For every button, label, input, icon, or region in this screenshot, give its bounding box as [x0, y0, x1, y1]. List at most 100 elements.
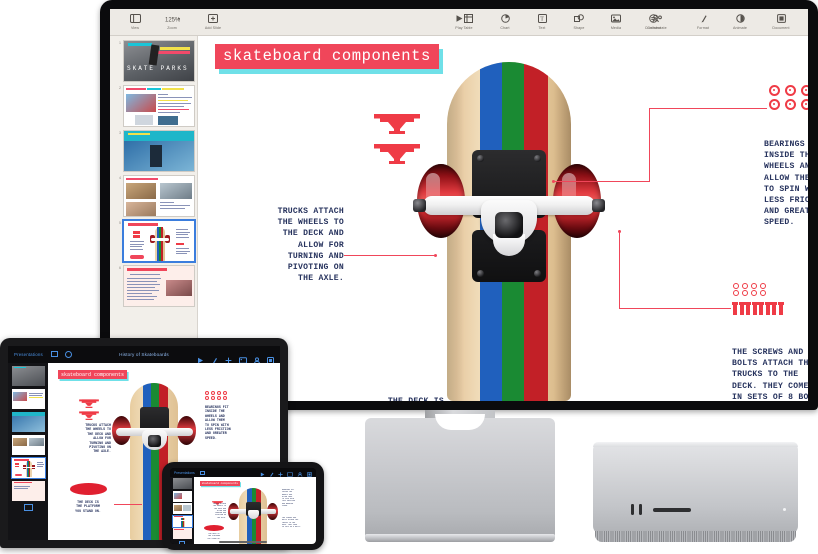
navigator-row[interactable]: 6: [116, 265, 197, 307]
toolbar-format-button[interactable]: Format: [690, 12, 716, 31]
callout-text-screws[interactable]: THE SCREWS AND BOLTS ATTACH THE TRUCKS T…: [732, 347, 808, 401]
document-icon[interactable]: [267, 351, 274, 364]
nut-icon: [742, 290, 748, 296]
toolbar-add-slide-button[interactable]: Add Slide: [196, 12, 230, 31]
zoom-icon[interactable]: [64, 351, 72, 358]
iphone-back-label[interactable]: Presentations: [174, 471, 195, 475]
slide-thumbnail-5[interactable]: [122, 219, 196, 263]
mac-studio-top: [593, 442, 798, 447]
toolbar-text-button[interactable]: T Text: [529, 12, 555, 31]
screw-icon: [745, 302, 751, 315]
slide-canvas[interactable]: skateboard components TRUCKS ATTACH THE …: [199, 36, 808, 401]
bearing-icon: [769, 99, 780, 110]
play-icon[interactable]: [197, 351, 204, 364]
bearing-icon: [769, 85, 780, 96]
macbook-back-label[interactable]: Presentations: [14, 352, 43, 357]
toolbar-animate-button[interactable]: Animate: [727, 12, 753, 31]
mac-studio-led: [783, 508, 786, 511]
slide-number: 1: [119, 41, 121, 45]
slide-title[interactable]: skateboard components: [215, 44, 439, 69]
toolbar-animate-label: Animate: [733, 26, 747, 30]
macbook-slide-navigator[interactable]: [8, 363, 48, 540]
text-icon: T: [535, 12, 550, 25]
scene: View 125% Zoom Add Slide Play Table Char…: [0, 0, 818, 554]
macbook-thumbnail-3[interactable]: [11, 412, 45, 432]
screw-icon: [758, 302, 764, 315]
macbook-add-slide-icon[interactable]: [23, 504, 33, 511]
toolbar-zoom-button[interactable]: 125% Zoom: [159, 12, 185, 31]
mounting-bolt: [477, 155, 484, 162]
macbook-thumbnail-4[interactable]: [11, 435, 45, 455]
screw-icon: [751, 302, 758, 315]
macbook-thumbnail-5[interactable]: [10, 457, 46, 479]
toolbar-collaborate-button[interactable]: Collaborate: [640, 12, 674, 31]
format-icon[interactable]: [211, 351, 218, 364]
svg-text:T: T: [540, 17, 544, 23]
toolbar-table-button[interactable]: Table: [455, 12, 481, 31]
mac-studio-port-2: [639, 504, 642, 515]
iphone-deck-shape: [204, 525, 224, 531]
chart-icon: [498, 12, 513, 25]
collaborate-icon: [650, 12, 665, 25]
navigator-row[interactable]: 1 SKATE PARKS: [116, 40, 197, 82]
toolbar-table-label: Table: [463, 26, 473, 30]
nut-icon: [733, 283, 739, 289]
navigator-row[interactable]: 5: [116, 219, 197, 263]
slide-thumbnail-2[interactable]: [123, 85, 195, 127]
macbook-thumbnail-2[interactable]: [11, 389, 45, 409]
iphone-callout-deck: THE DECK IS THE PLATFORM YOU STAND ON.: [207, 533, 221, 540]
navigator-toggle-icon[interactable]: [50, 351, 58, 357]
macbook-thumbnail-1[interactable]: [11, 366, 45, 386]
macbook-toolbar: Presentations History of Skateboards: [8, 346, 280, 364]
iphone-callout-trucks: TRUCKS ATTACH THE WHEELS TO THE DECK AND…: [212, 503, 226, 519]
callout-dot-screws: [618, 230, 621, 233]
iphone-thumbnail-1[interactable]: [172, 478, 192, 489]
iphone-slide-navigator[interactable]: [170, 477, 194, 544]
navigator-toggle-icon[interactable]: [199, 470, 205, 475]
toolbar-shape-button[interactable]: Shape: [566, 12, 592, 31]
callout-text-deck[interactable]: THE DECK IS THE PLATFORM YOU STAND ON.: [319, 396, 444, 401]
callout-text-trucks[interactable]: TRUCKS ATTACH THE WHEELS TO THE DECK AND…: [229, 206, 344, 284]
table-icon: [461, 12, 476, 25]
toolbar-document-button[interactable]: Document: [764, 12, 798, 31]
slide-thumbnail-3[interactable]: [123, 130, 195, 172]
iphone-thumbnail-2[interactable]: [172, 490, 192, 502]
slide-number: 2: [119, 86, 121, 90]
macbook-bearings-graphic: [205, 391, 228, 400]
slide-thumbnail-6[interactable]: [123, 265, 195, 307]
callout-text-bearings[interactable]: BEARINGS FIT INSIDE THE WHEELS AND ALLOW…: [764, 139, 808, 229]
toolbar-chart-button[interactable]: Chart: [492, 12, 518, 31]
macbook-document-title: History of Skateboards: [119, 352, 169, 357]
slide-number: 3: [119, 131, 121, 135]
media-icon: [609, 12, 624, 25]
screw-icon: [738, 302, 745, 315]
slide-thumbnail-4[interactable]: [123, 175, 195, 217]
macbook-thumbnail-6[interactable]: [11, 481, 45, 501]
screws-graphic: [732, 302, 784, 315]
slide-thumbnail-1[interactable]: SKATE PARKS: [123, 40, 195, 82]
toolbar-document-label: Document: [772, 26, 790, 30]
add-icon[interactable]: [225, 351, 232, 364]
toolbar-group-right: Format Animate Document: [690, 12, 798, 31]
view-icon: [128, 12, 143, 25]
iphone-callout-screws: THE SCREWS AND BOLTS ATTACH THE TRUCKS T…: [282, 517, 301, 529]
nut-icon: [760, 283, 766, 289]
iphone-slide-canvas[interactable]: skateboard components TRUCKS ATTACH THE …: [194, 477, 316, 544]
iphone-thumbnail-3[interactable]: [172, 503, 192, 514]
navigator-row[interactable]: 3: [116, 130, 197, 172]
bearing-icon: [785, 85, 796, 96]
iphone-add-slide-icon[interactable]: [179, 540, 185, 544]
navigator-row[interactable]: 2: [116, 85, 197, 127]
toolbar-media-button[interactable]: Media: [603, 12, 629, 31]
nut-icon: [733, 290, 739, 296]
navigator-row[interactable]: 4: [116, 175, 197, 217]
format-icon: [696, 12, 711, 25]
media-icon[interactable]: [239, 351, 247, 364]
iphone-thumbnail-5[interactable]: [172, 528, 192, 539]
iphone-thumbnail-4[interactable]: [171, 514, 193, 528]
axle-nut-right: [592, 199, 605, 212]
nut-icon: [751, 290, 757, 296]
document-icon: [774, 12, 789, 25]
collaborate-icon[interactable]: [253, 351, 261, 364]
toolbar-view-button[interactable]: View: [122, 12, 148, 31]
